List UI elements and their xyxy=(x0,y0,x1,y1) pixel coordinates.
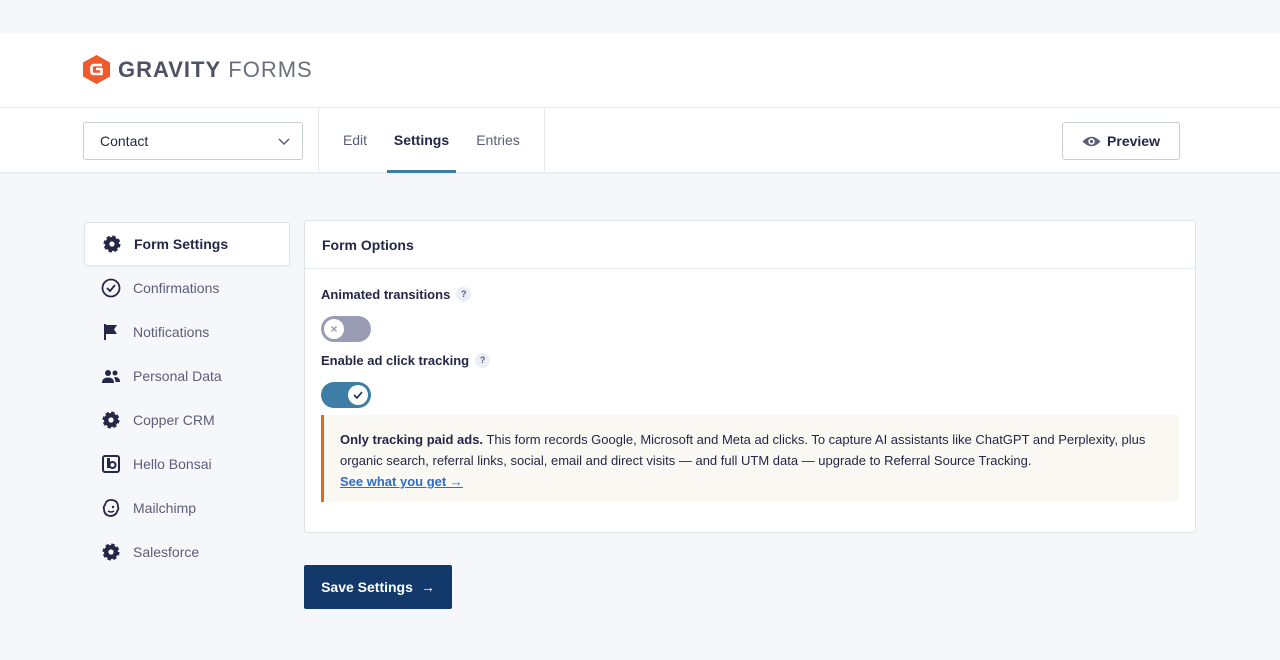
gravity-forms-logo[interactable]: GRAVITY FORMS xyxy=(83,55,313,84)
save-settings-button[interactable]: Save Settings → xyxy=(304,565,452,609)
sidebar-item-label: Notifications xyxy=(133,324,210,340)
settings-sidebar: Form Settings Confirmations Notification… xyxy=(84,222,290,574)
toolbar-divider xyxy=(318,108,319,173)
brand-bar: GRAVITY FORMS xyxy=(0,33,1280,108)
sidebar-item-label: Hello Bonsai xyxy=(133,456,212,472)
animated-transitions-toggle[interactable] xyxy=(321,316,371,342)
gravity-forms-logo-icon xyxy=(83,55,110,84)
panel-title: Form Options xyxy=(305,221,1195,269)
gear-icon xyxy=(101,233,123,255)
flag-icon xyxy=(100,321,122,343)
form-options-panel: Form Options Animated transitions ? Enab… xyxy=(304,220,1196,533)
tab-entries-label: Entries xyxy=(476,132,520,148)
sidebar-item-label: Confirmations xyxy=(133,280,220,296)
sidebar-item-form-settings[interactable]: Form Settings xyxy=(84,222,290,266)
tab-edit-label: Edit xyxy=(342,132,368,148)
bonsai-icon xyxy=(100,453,122,475)
gear-icon xyxy=(100,409,122,431)
logo-word-bold: GRAVITY xyxy=(118,56,222,82)
tab-entries[interactable]: Entries xyxy=(468,108,528,173)
check-circle-icon xyxy=(100,277,122,299)
animated-transitions-label: Animated transitions ? xyxy=(321,287,472,302)
help-icon[interactable]: ? xyxy=(456,287,472,302)
sidebar-item-label: Personal Data xyxy=(133,368,222,384)
animated-transitions-label-text: Animated transitions xyxy=(321,287,451,302)
arrow-right-icon: → xyxy=(420,579,435,595)
toggle-knob xyxy=(324,319,344,339)
toolbar-divider xyxy=(544,108,545,173)
see-what-you-get-link[interactable]: See what you get → xyxy=(340,474,463,489)
sidebar-item-personal-data[interactable]: Personal Data xyxy=(84,354,290,398)
form-switcher-select[interactable]: Contact xyxy=(83,122,303,160)
sidebar-item-label: Form Settings xyxy=(134,236,229,252)
form-switcher-value: Contact xyxy=(100,133,149,149)
preview-button[interactable]: Preview xyxy=(1062,122,1180,160)
logo-word-light: FORMS xyxy=(228,56,313,82)
sidebar-item-salesforce[interactable]: Salesforce xyxy=(84,530,290,574)
sidebar-item-label: Mailchimp xyxy=(133,500,197,516)
help-icon[interactable]: ? xyxy=(475,353,491,368)
check-icon xyxy=(353,391,363,399)
users-icon xyxy=(100,365,122,387)
tab-settings-label: Settings xyxy=(393,132,450,148)
close-icon xyxy=(331,326,337,332)
sidebar-item-confirmations[interactable]: Confirmations xyxy=(84,266,290,310)
notice-bold-text: Only tracking paid ads. xyxy=(340,432,484,447)
sidebar-item-label: Copper CRM xyxy=(133,412,215,428)
ad-click-tracking-label: Enable ad click tracking ? xyxy=(321,353,491,368)
ad-click-tracking-toggle[interactable] xyxy=(321,382,371,408)
gear-icon xyxy=(100,541,122,563)
sidebar-item-hello-bonsai[interactable]: Hello Bonsai xyxy=(84,442,290,486)
sidebar-item-notifications[interactable]: Notifications xyxy=(84,310,290,354)
preview-label: Preview xyxy=(1107,133,1160,149)
upgrade-notice: Only tracking paid ads. This form record… xyxy=(321,415,1179,502)
chevron-down-icon xyxy=(278,138,290,146)
logo-wordmark: GRAVITY FORMS xyxy=(118,57,313,83)
mailchimp-icon xyxy=(100,497,122,519)
sidebar-item-label: Salesforce xyxy=(133,544,200,560)
tab-settings[interactable]: Settings xyxy=(387,108,456,173)
save-settings-label: Save Settings xyxy=(321,579,413,595)
sidebar-item-mailchimp[interactable]: Mailchimp xyxy=(84,486,290,530)
eye-icon xyxy=(1082,136,1101,146)
ad-click-tracking-label-text: Enable ad click tracking xyxy=(321,353,470,368)
toggle-knob xyxy=(348,385,368,405)
form-toolbar: Contact Edit Settings Entries Preview xyxy=(0,108,1280,173)
tab-edit[interactable]: Edit xyxy=(336,108,374,173)
sidebar-item-copper-crm[interactable]: Copper CRM xyxy=(84,398,290,442)
